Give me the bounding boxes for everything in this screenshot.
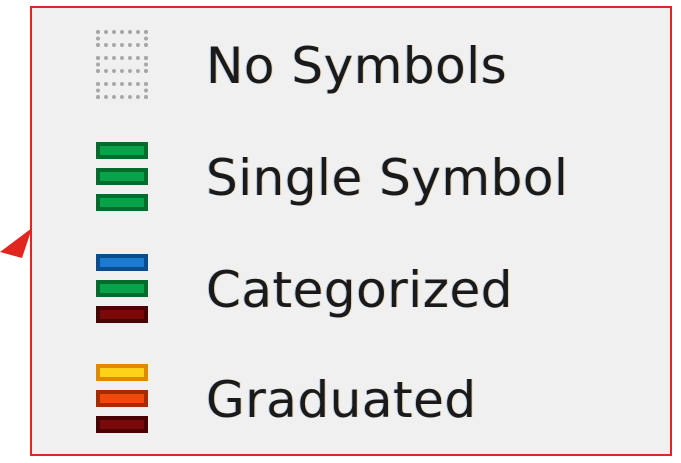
renderer-type-menu: No Symbols Single Symbol Categorized Gra… — [30, 6, 672, 456]
symbol-bar — [96, 390, 148, 407]
symbol-bar — [96, 142, 148, 159]
symbol-bar — [96, 306, 148, 323]
symbol-bar — [96, 416, 148, 433]
categorized-icon — [92, 250, 152, 330]
menu-item-label: Single Symbol — [206, 149, 569, 207]
menu-item-categorized[interactable]: Categorized — [92, 238, 652, 342]
symbol-bar — [96, 364, 148, 381]
menu-item-label: No Symbols — [206, 37, 508, 95]
graduated-icon — [92, 360, 152, 440]
screenshot-stage: No Symbols Single Symbol Categorized Gra… — [0, 0, 681, 463]
symbol-bar — [96, 194, 148, 211]
single-symbol-icon — [92, 138, 152, 218]
symbol-bar — [96, 30, 148, 47]
symbol-bar — [96, 56, 148, 73]
symbol-bar — [96, 82, 148, 99]
no-symbols-icon — [92, 26, 152, 106]
menu-item-single-symbol[interactable]: Single Symbol — [92, 126, 652, 230]
callout-arrow-icon — [0, 228, 32, 258]
menu-item-no-symbols[interactable]: No Symbols — [92, 14, 652, 118]
symbol-bar — [96, 280, 148, 297]
menu-item-label: Graduated — [206, 371, 477, 429]
symbol-bar — [96, 168, 148, 185]
symbol-bar — [96, 254, 148, 271]
menu-item-graduated[interactable]: Graduated — [92, 348, 652, 452]
menu-item-label: Categorized — [206, 261, 513, 319]
